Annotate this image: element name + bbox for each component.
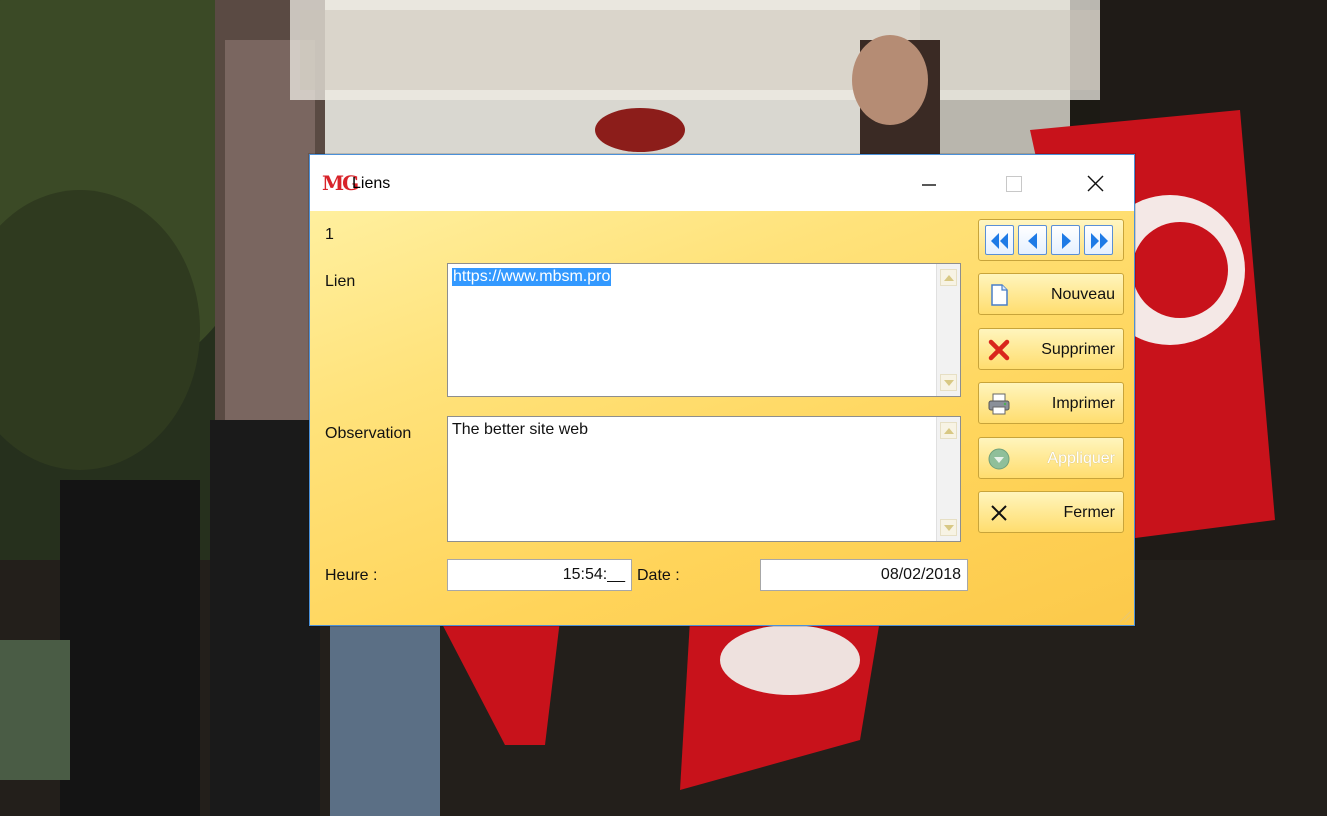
double-chevron-right-icon <box>1091 233 1108 249</box>
imprimer-label: Imprimer <box>1051 395 1115 412</box>
triangle-right-icon <box>1062 233 1071 249</box>
triangle-up-icon <box>944 275 954 281</box>
lien-scrollbar[interactable] <box>936 264 960 396</box>
date-input[interactable]: 08/02/2018 <box>760 559 968 591</box>
next-record-button[interactable] <box>1051 225 1080 255</box>
observation-scroll-down-button[interactable] <box>940 519 957 536</box>
lien-textarea[interactable]: https://www.mbsm.pro <box>447 263 961 397</box>
liens-window: MG Liens 1 Lien https://www.mbsm.pro Obs… <box>309 154 1135 626</box>
close-button[interactable] <box>1072 163 1118 203</box>
lien-scroll-up-button[interactable] <box>940 269 957 286</box>
double-chevron-left-icon <box>991 233 1008 249</box>
red-x-icon <box>988 339 1010 361</box>
observation-scrollbar[interactable] <box>936 417 960 541</box>
minimize-button[interactable] <box>905 163 951 203</box>
triangle-left-icon <box>1028 233 1037 249</box>
supprimer-button[interactable]: Supprimer <box>978 328 1124 370</box>
printer-icon <box>988 393 1010 415</box>
first-record-button[interactable] <box>985 225 1014 255</box>
triangle-up-icon <box>944 428 954 434</box>
close-x-icon <box>991 505 1007 521</box>
apply-check-icon <box>988 448 1010 470</box>
lien-label: Lien <box>325 273 356 290</box>
title-bar[interactable]: MG Liens <box>310 155 1134 211</box>
new-document-icon <box>991 284 1008 306</box>
close-icon <box>1087 175 1104 192</box>
record-number: 1 <box>325 226 334 243</box>
triangle-down-icon <box>944 380 954 386</box>
triangle-down-icon <box>944 525 954 531</box>
resize-grip-icon[interactable] <box>1118 609 1132 623</box>
appliquer-button[interactable]: Appliquer <box>978 437 1124 479</box>
observation-scroll-up-button[interactable] <box>940 422 957 439</box>
appliquer-label: Appliquer <box>1047 450 1115 467</box>
observation-textarea[interactable]: The better site web <box>447 416 961 542</box>
fermer-label: Fermer <box>1063 504 1115 521</box>
lien-value: https://www.mbsm.pro <box>452 268 612 286</box>
record-navigator <box>978 219 1124 261</box>
maximize-icon <box>1006 176 1022 192</box>
observation-value: The better site web <box>452 421 589 438</box>
maximize-button <box>990 163 1036 203</box>
previous-record-button[interactable] <box>1018 225 1047 255</box>
imprimer-button[interactable]: Imprimer <box>978 382 1124 424</box>
lien-scroll-down-button[interactable] <box>940 374 957 391</box>
observation-label: Observation <box>325 425 412 442</box>
date-label: Date : <box>637 567 680 584</box>
window-title: Liens <box>352 175 391 192</box>
fermer-button[interactable]: Fermer <box>978 491 1124 533</box>
heure-input[interactable]: 15:54:__ <box>447 559 632 591</box>
supprimer-label: Supprimer <box>1041 341 1115 358</box>
nouveau-label: Nouveau <box>1050 286 1115 303</box>
nouveau-button[interactable]: Nouveau <box>978 273 1124 315</box>
minimize-icon <box>922 184 936 186</box>
heure-label: Heure : <box>325 567 378 584</box>
last-record-button[interactable] <box>1084 225 1113 255</box>
